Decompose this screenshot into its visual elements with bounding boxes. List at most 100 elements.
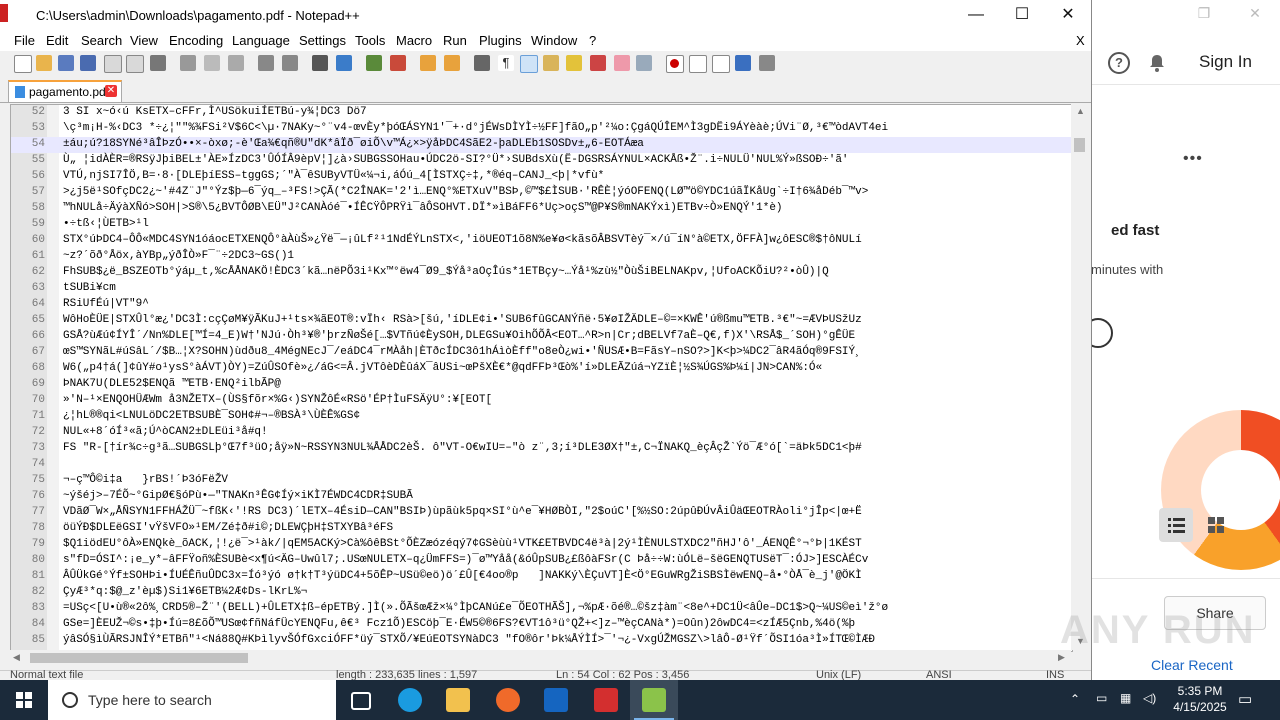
menu-search[interactable]: Search [81,33,122,48]
show-all-characters-icon[interactable]: ¶ [498,55,514,71]
close-all-icon[interactable] [126,55,144,73]
editor-line[interactable]: 53 \ç³m¡H-%‹DC3 *÷¿¦""%¾FSi²V$6C<\µ·7NAKy… [11,121,1072,137]
menu-edit[interactable]: Edit [46,33,68,48]
editor-line[interactable]: 84 GSe=]ÈEUŽ¬©s•‡þ•Íú=8£õÕ™USœ¢fñNáfÜcYEN… [11,617,1072,633]
taskbar-file-explorer-button[interactable] [434,680,482,720]
text-editor[interactable]: 52 3 SI x~ó‹ú KsETX–cFFr,Ì^USökuiÍETBú-y¾… [10,104,1073,652]
editor-line[interactable]: 63 tSUBi¥cm [11,281,1072,297]
task-view-button[interactable] [336,680,384,720]
cut-icon[interactable] [180,55,196,71]
editor-line[interactable]: 80 s"fD=ÓSI^:¡e_y*–âFFŸoñ%ÈSUBè<x¶ú<ÄG–Uw… [11,553,1072,569]
bell-icon[interactable] [1149,54,1165,72]
clear-recent-link[interactable]: Clear Recent [1151,657,1233,673]
taskbar-notepadpp-button[interactable] [630,680,678,720]
editor-line[interactable]: 77 VDãØ¯W×„ÅÑSYN1FFHÁŽÜ¯~fßK‹'!RS DC3)´lE… [11,505,1072,521]
menu-settings[interactable]: Settings [299,33,346,48]
close-document-button[interactable]: X [1076,33,1085,48]
editor-line[interactable]: 62 FhSUB$¿ë_BSZEOTb°ýáµ_t‚%cÅÅNAKÖ!ÈDC3´k… [11,265,1072,281]
save-all-icon[interactable] [80,55,96,71]
undo-icon[interactable] [258,55,274,71]
editor-line[interactable]: 55 Ù„ ¦idÀÈR=®RSÿJþiBEL±'ÀE»ÍzDC3'ÛÓÍÂ9èp… [11,153,1072,169]
taskbar-acrobat-button[interactable] [582,680,630,720]
zoom-in-icon[interactable] [366,55,382,71]
editor-line[interactable]: 81 ÂÛÜkGé°Ýf±SOHÞi•ÍUÉÊñuÛDC3x=Íó³ýó ø†k†… [11,569,1072,585]
menu-macro[interactable]: Macro [396,33,432,48]
grid-view-icon[interactable] [1199,508,1233,542]
start-button[interactable] [0,680,48,720]
editor-line[interactable]: 76 ~ýšéj>–7ÉÕ~°GipØ€§óPù•—"TNAKn³ÊG¢Íý×iK… [11,489,1072,505]
editor-line[interactable]: 68 W6(„p4†á(]¢ûY#o¹ysS°àÁVT)ÒY)=ZúÛSOfè»¿… [11,361,1072,377]
minimize-button[interactable]: — [953,0,999,30]
editor-line[interactable]: 67 œS™SYNãL#úSâL´/$B…¦X?SOHN)ùdðu8_4MégNE… [11,345,1072,361]
record-macro-icon[interactable] [666,55,684,73]
sync-horizontal-icon[interactable] [444,55,460,71]
vertical-scrollbar[interactable]: ▲ ▼ [1071,104,1088,650]
editor-line[interactable]: 60 STX°úÞDC4–ÔÔ«MDC4SYN1óáocETXENQÔ°àÀùŠ»… [11,233,1072,249]
menu-view[interactable]: View [130,33,158,48]
editor-line[interactable]: 78 öüÝÐ$DLEëGSI'vŸšVFO»¹EM/Zé‡ð#i©;DLEWÇþ… [11,521,1072,537]
maximize-button[interactable]: ☐ [999,0,1045,30]
menu-file[interactable]: File [14,33,35,48]
taskbar-search-box[interactable]: Type here to search [48,680,336,720]
editor-line[interactable]: 58 ™hNULå÷ÄýàXÑó>SOH|>S®\5¿BVTÔØB\EÜ"J²CA… [11,201,1072,217]
close-button[interactable]: ✕ [1045,0,1091,30]
editor-line[interactable]: 57 >¿j5ë¹SOfçDC2¿~'#4Z¨J"°Ýz$þ—6¯ýq_–³FS!… [11,185,1072,201]
paste-icon[interactable] [228,55,244,71]
menu-help[interactable]: ? [589,33,596,48]
editor-line[interactable]: 71 ¿¦hL®®qi<LNULöDC2ETBSUBÈ¯SOH¢#¬–®BSÀ³\… [11,409,1072,425]
find-icon[interactable] [312,55,328,71]
menu-window[interactable]: Window [531,33,577,48]
print-icon[interactable] [150,55,166,71]
copy-icon[interactable] [204,55,220,71]
indent-guide-icon[interactable] [520,55,538,73]
zoom-out-icon[interactable] [390,55,406,71]
editor-line[interactable]: 59 •÷tß‹¦ÙETB>¹l [11,217,1072,233]
play-macro-icon[interactable] [712,55,730,73]
editor-line[interactable]: 65 WôHoÈÜE|STXÛl°æ¿'DC3Ì:cçÇøM¥ÿÃKuJ+¹ts×… [11,313,1072,329]
editor-line[interactable]: 79 $Q1iödEU°ôÀ»ENQkè_õACK,¦!¿ë¯>¹àk/|qEM5… [11,537,1072,553]
open-file-icon[interactable] [36,55,52,71]
editor-line[interactable]: 72 NUL«+8´óÍ³«ã;Ú^òCAN2±DLEüi³å#q! [11,425,1072,441]
tab-pagamento[interactable]: pagamento.pdf ✕ [8,80,122,102]
editor-line[interactable]: 83 =USç<[U•ù®«2ô%¸CRD5®–Ž¨'(BELL)+ÛLETX‡ß… [11,601,1072,617]
help-icon[interactable]: ? [1108,52,1130,74]
close-file-icon[interactable] [104,55,122,73]
doc-map-icon[interactable] [566,55,582,71]
scroll-left-icon[interactable]: ◀ [13,652,20,663]
new-file-icon[interactable] [14,55,32,73]
vertical-scroll-thumb[interactable] [1074,138,1085,152]
replace-icon[interactable] [336,55,352,71]
editor-line[interactable]: 69 ÞNAK7U(DLE52$ENQã ™ETB·ENQ²ilbÃP@ [11,377,1072,393]
editor-line[interactable]: 82 ÇyÆ³*q:$@_z'èµ$)Si1¥6ETB¼2Æ¢Ds-lKrL%¬ [11,585,1072,601]
taskbar-firefox-button[interactable] [484,680,532,720]
stop-macro-icon[interactable] [689,55,707,73]
editor-line[interactable]: 66 GSÅ?ùÆú¢ÍYÎ´/Nn%DLE[™Í=4_E)W†'NJú·Òh³¥… [11,329,1072,345]
list-view-icon[interactable] [1159,508,1193,542]
more-options-icon[interactable]: ••• [1183,150,1203,168]
taskbar-edge-button[interactable] [386,680,434,720]
horizontal-scroll-thumb[interactable] [30,653,248,663]
menu-encoding[interactable]: Encoding [169,33,223,48]
sync-vertical-icon[interactable] [420,55,436,71]
scroll-right-icon[interactable]: ▶ [1058,652,1065,663]
editor-line[interactable]: 56 VTÚ,njSI7ÎÖ,B=·8·[DLEþíESS–tggGS;´"À¯ê… [11,169,1072,185]
function-list-icon[interactable] [590,55,606,71]
background-restore-button[interactable]: ❐ [1186,2,1222,24]
language-icon[interactable] [543,55,559,71]
menu-language[interactable]: Language [232,33,290,48]
editor-line[interactable]: 73 FS "R-[†ír¾c÷g³ã…SUBGSLþ°Œ7f³üO;åÿ»N~R… [11,441,1072,457]
horizontal-scrollbar[interactable]: ◀ ▶ [10,650,1071,666]
menu-plugins[interactable]: Plugins [479,33,522,48]
editor-line[interactable]: 54 ±áu;ú?18SYNé³âÎÞzÓ••×-òxø;-è'Œa¾€qñ®U"… [11,137,1072,153]
save-icon[interactable] [58,55,74,71]
monitoring-icon[interactable] [636,55,652,71]
editor-line[interactable]: 70 »'N–¹×ENQOHÜÆWm å3NŽETX–(ÙS§fõr×%G‹)SY… [11,393,1072,409]
redo-icon[interactable] [282,55,298,71]
editor-line[interactable]: 74 [11,457,1072,473]
menu-tools[interactable]: Tools [355,33,385,48]
editor-line[interactable]: 61 ~z?´õð°Åöx,àYBp„ýðÎÒ»F¯¨÷2DC3~GS()1 [11,249,1072,265]
folder-workspace-icon[interactable] [614,55,630,71]
save-macro-icon[interactable] [759,55,775,71]
taskbar-clock[interactable]: 5:35 PM 4/15/2025 [1170,683,1230,715]
background-close-button[interactable]: ✕ [1237,2,1273,24]
